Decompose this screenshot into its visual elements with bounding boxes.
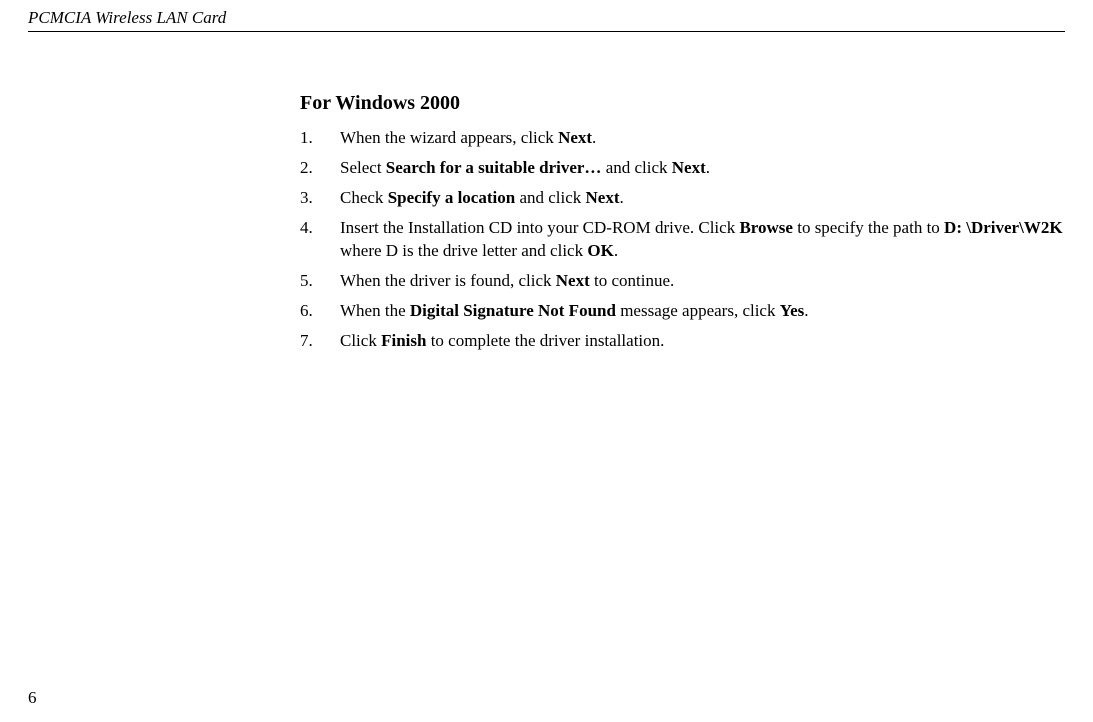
step-text: . bbox=[592, 128, 596, 147]
step-bold: OK bbox=[587, 241, 613, 260]
step-bold: Next bbox=[558, 128, 592, 147]
step-3: Check Specify a location and click Next. bbox=[300, 187, 1065, 210]
step-text: When the wizard appears, click bbox=[340, 128, 558, 147]
step-bold: Search for a suitable driver… bbox=[386, 158, 602, 177]
step-text: and click bbox=[515, 188, 585, 207]
section-title: For Windows 2000 bbox=[300, 92, 1065, 115]
step-text: . bbox=[620, 188, 624, 207]
step-6: When the Digital Signature Not Found mes… bbox=[300, 300, 1065, 323]
step-text: Insert the Installation CD into your CD-… bbox=[340, 218, 739, 237]
step-text: When the bbox=[340, 301, 410, 320]
step-text: . bbox=[706, 158, 710, 177]
step-text: to complete the driver installation. bbox=[426, 331, 664, 350]
step-bold: Digital Signature Not Found bbox=[410, 301, 616, 320]
step-bold: Specify a location bbox=[388, 188, 516, 207]
step-text: to specify the path to bbox=[793, 218, 944, 237]
document-header: PCMCIA Wireless LAN Card bbox=[28, 8, 1065, 32]
page-number: 6 bbox=[28, 688, 37, 708]
step-bold: Next bbox=[672, 158, 706, 177]
step-text: where D is the drive letter and click bbox=[340, 241, 587, 260]
step-bold: Finish bbox=[381, 331, 426, 350]
step-text: . bbox=[804, 301, 808, 320]
step-bold: Browse bbox=[739, 218, 793, 237]
step-text: Select bbox=[340, 158, 386, 177]
step-bold: Yes bbox=[780, 301, 805, 320]
step-bold: D: \Driver\W2K bbox=[944, 218, 1063, 237]
step-text: Check bbox=[340, 188, 388, 207]
step-text: to continue. bbox=[590, 271, 675, 290]
step-bold: Next bbox=[586, 188, 620, 207]
step-7: Click Finish to complete the driver inst… bbox=[300, 330, 1065, 353]
main-content: For Windows 2000 When the wizard appears… bbox=[300, 92, 1065, 360]
instruction-list: When the wizard appears, click Next. Sel… bbox=[300, 127, 1065, 353]
step-text: When the driver is found, click bbox=[340, 271, 556, 290]
step-1: When the wizard appears, click Next. bbox=[300, 127, 1065, 150]
step-2: Select Search for a suitable driver… and… bbox=[300, 157, 1065, 180]
step-text: message appears, click bbox=[616, 301, 780, 320]
step-4: Insert the Installation CD into your CD-… bbox=[300, 217, 1065, 263]
step-text: and click bbox=[601, 158, 671, 177]
step-text: . bbox=[614, 241, 618, 260]
step-bold: Next bbox=[556, 271, 590, 290]
step-5: When the driver is found, click Next to … bbox=[300, 270, 1065, 293]
step-text: Click bbox=[340, 331, 381, 350]
